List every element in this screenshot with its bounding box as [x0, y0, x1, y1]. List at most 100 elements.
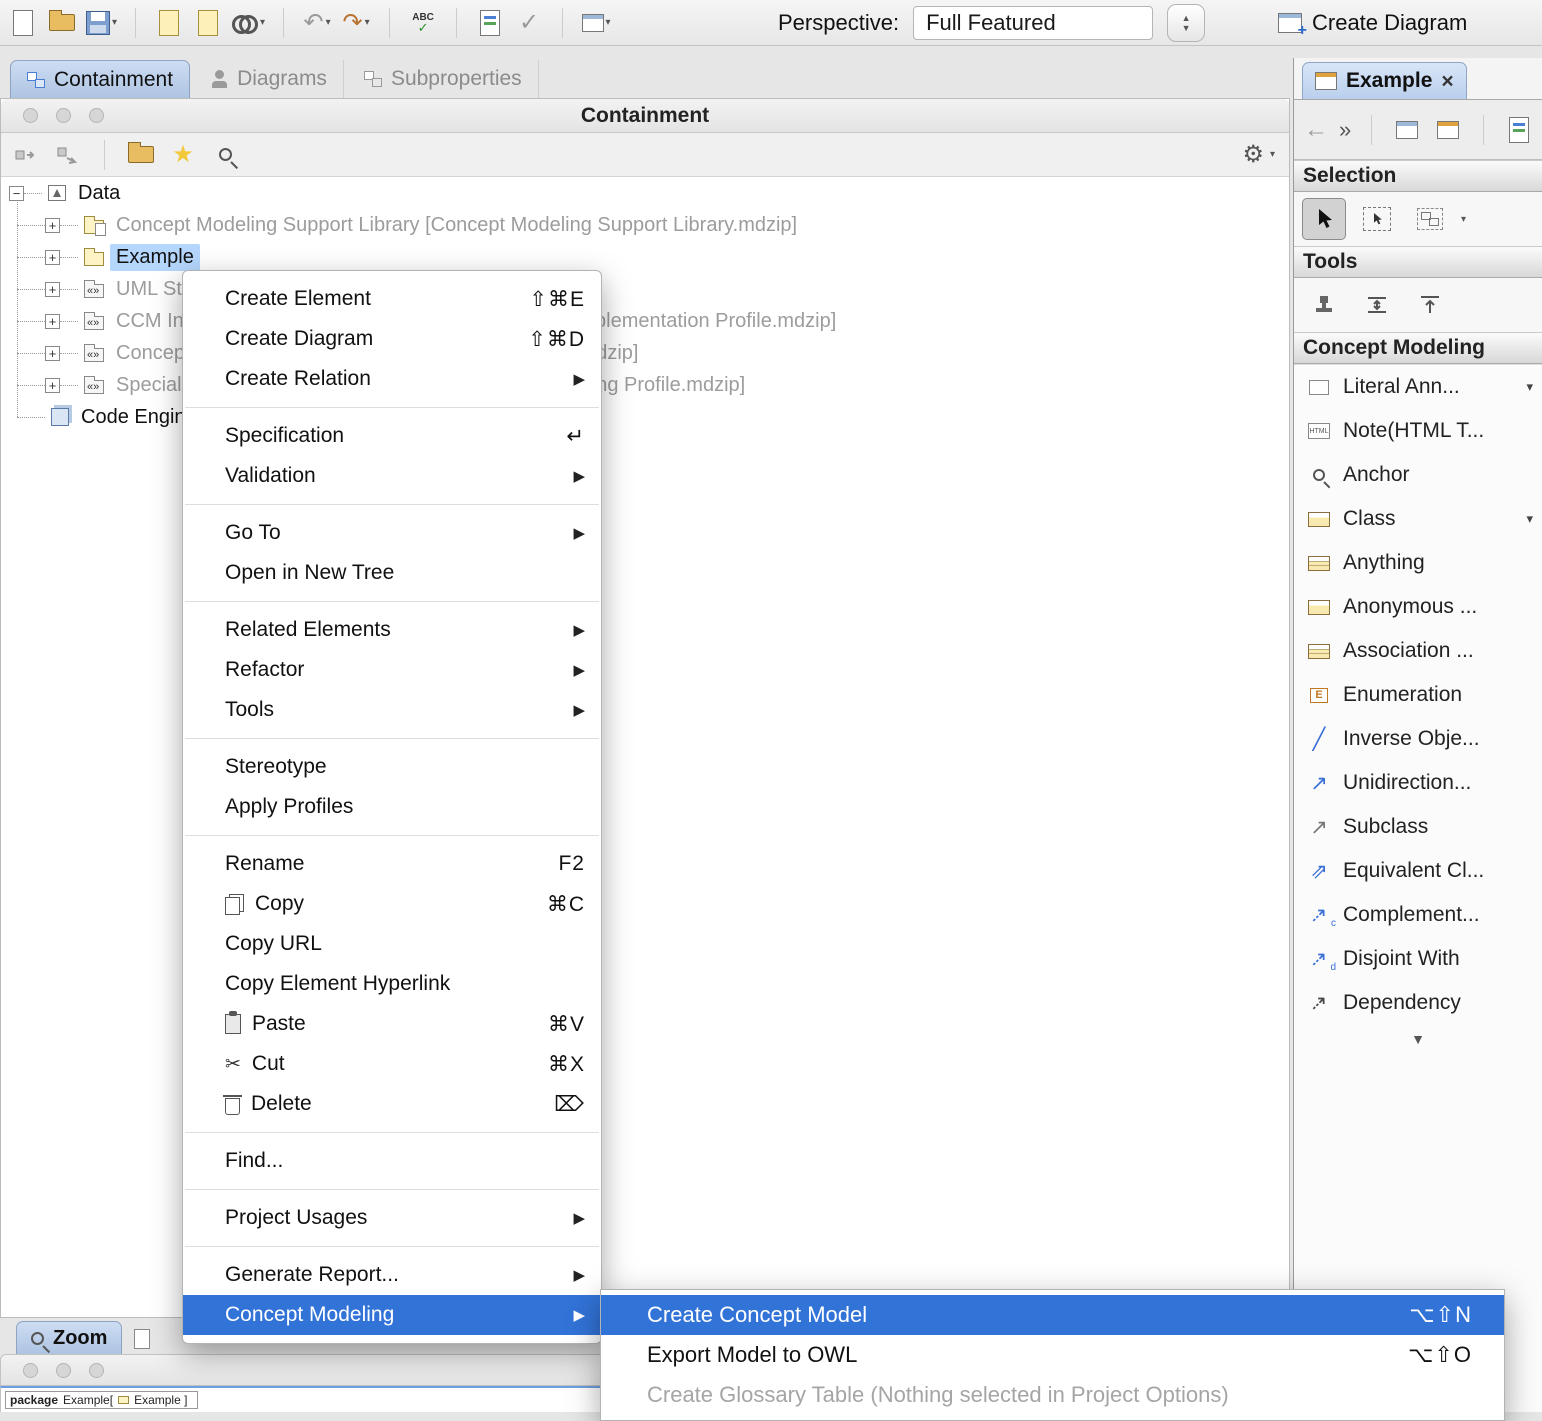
palette-item-anything[interactable]: Anything	[1294, 541, 1542, 585]
create-element-tree-button[interactable]	[11, 138, 41, 172]
submenu-item-export-model-to-owl[interactable]: Export Model to OWL ⌥⇧O	[601, 1335, 1504, 1375]
tree-label-selected[interactable]: Example	[110, 244, 200, 271]
palette-item-unidirectional-association[interactable]: ↗ Unidirection...	[1294, 761, 1542, 805]
tree-label[interactable]: Concept Modeling Support Library [Concep…	[110, 212, 803, 239]
gear-icon[interactable]: ⚙	[1242, 143, 1264, 167]
menu-item-tools[interactable]: Tools▶	[183, 690, 601, 730]
menu-item-project-usages[interactable]: Project Usages▶	[183, 1198, 601, 1238]
menu-item-copy[interactable]: Copy⌘C	[183, 884, 601, 924]
menu-item-refactor[interactable]: Refactor▶	[183, 650, 601, 690]
marquee-select-button[interactable]	[1355, 198, 1399, 240]
tree-row-example[interactable]: + Example	[1, 241, 1289, 273]
back-arrow-icon[interactable]: ←	[1304, 118, 1328, 142]
print-button[interactable]	[154, 6, 184, 40]
toolbar-separator	[104, 140, 105, 170]
menu-item-stereotype[interactable]: Stereotype	[183, 747, 601, 787]
expand-expander-icon[interactable]: +	[45, 314, 60, 329]
favorites-button[interactable]: ★	[168, 138, 198, 172]
menu-item-validation[interactable]: Validation▶	[183, 456, 601, 496]
palette-item-literal-annotation[interactable]: Literal Ann... ▾	[1294, 365, 1542, 409]
menu-item-create-relation[interactable]: Create Relation▶	[183, 359, 601, 399]
open-in-tree-button[interactable]	[126, 138, 156, 172]
menu-item-create-diagram[interactable]: Create Diagram⇧⌘D	[183, 319, 601, 359]
palette-item-dependency[interactable]: ⇢ Dependency	[1294, 981, 1542, 1025]
zoom-icon	[31, 1332, 44, 1345]
menu-item-generate-report[interactable]: Generate Report...▶	[183, 1255, 601, 1295]
menu-item-related-elements[interactable]: Related Elements▶	[183, 610, 601, 650]
undo-button[interactable]: ↶▾	[302, 6, 332, 40]
print-preview-button[interactable]	[193, 6, 223, 40]
save-project-button[interactable]: ▾	[86, 6, 117, 40]
validation-button[interactable]	[475, 6, 505, 40]
tree-label[interactable]: Data	[72, 180, 126, 207]
palette-item-subclass[interactable]: ↗ Subclass	[1294, 805, 1542, 849]
expand-expander-icon[interactable]: +	[45, 282, 60, 297]
tab-subproperties[interactable]: Subproperties	[348, 60, 539, 98]
tab-example-diagram[interactable]: Example ×	[1302, 62, 1467, 99]
multi-select-button[interactable]	[1408, 198, 1452, 240]
palette-item-class[interactable]: Class ▾	[1294, 497, 1542, 541]
distribute-tool-button[interactable]	[1355, 284, 1399, 326]
menu-item-paste[interactable]: Paste⌘V	[183, 1004, 601, 1044]
chevron-down-icon[interactable]: ▾	[1461, 214, 1466, 225]
submenu-item-create-concept-model[interactable]: Create Concept Model ⌥⇧N	[601, 1295, 1504, 1335]
expand-expander-icon[interactable]: +	[45, 250, 60, 265]
more-chevrons-icon[interactable]: »	[1339, 119, 1351, 141]
perspective-select[interactable]: Full Featured	[913, 6, 1153, 40]
tree-row-support-library[interactable]: + Concept Modeling Support Library [Conc…	[1, 209, 1289, 241]
stamp-tool-button[interactable]	[1302, 284, 1346, 326]
copy-diagram-button[interactable]: ▾	[581, 6, 611, 40]
menu-item-copy-url[interactable]: Copy URL	[183, 924, 601, 964]
select-tool-button[interactable]	[1302, 198, 1346, 240]
redo-icon: ↷	[342, 11, 362, 35]
collapse-expander-icon[interactable]: −	[9, 186, 24, 201]
menu-item-apply-profiles[interactable]: Apply Profiles	[183, 787, 601, 827]
menu-item-find[interactable]: Find...	[183, 1141, 601, 1181]
menu-item-cut[interactable]: ✂Cut⌘X	[183, 1044, 601, 1084]
palette-item-complement[interactable]: ⇢c Complement...	[1294, 893, 1542, 937]
tab-zoom[interactable]: Zoom	[16, 1321, 122, 1354]
chevron-down-icon[interactable]: ▾	[1526, 511, 1533, 527]
show-containment-button[interactable]	[1392, 113, 1422, 147]
create-relation-tree-button[interactable]	[53, 138, 83, 172]
expand-expander-icon[interactable]: +	[45, 346, 60, 361]
menu-item-copy-element-hyperlink[interactable]: Copy Element Hyperlink	[183, 964, 601, 1004]
documentation-tab-icon[interactable]	[134, 1329, 150, 1349]
menu-item-concept-modeling[interactable]: Concept Modeling▶	[183, 1295, 601, 1335]
menu-item-create-element[interactable]: Create Element⇧⌘E	[183, 279, 601, 319]
diagram-options-button[interactable]	[1504, 113, 1534, 147]
chevron-down-icon[interactable]: ▾	[1526, 379, 1533, 395]
tab-containment[interactable]: Containment	[10, 60, 190, 98]
palette-item-inverse-object-property[interactable]: ╱ Inverse Obje...	[1294, 717, 1542, 761]
palette-item-disjoint-with[interactable]: ⇢d Disjoint With	[1294, 937, 1542, 981]
palette-item-anchor[interactable]: Anchor	[1294, 453, 1542, 497]
tab-diagrams[interactable]: Diagrams	[194, 60, 344, 98]
menu-item-go-to[interactable]: Go To▶	[183, 513, 601, 553]
palette-more-button[interactable]: ▼	[1294, 1025, 1542, 1053]
expand-expander-icon[interactable]: +	[45, 218, 60, 233]
menu-item-rename[interactable]: RenameF2	[183, 844, 601, 884]
spelling-button[interactable]: ABC ✓	[408, 6, 438, 40]
find-button[interactable]: ▾	[232, 6, 265, 40]
commit-check-button[interactable]: ✓	[514, 6, 544, 40]
palette-item-equivalent-class[interactable]: ⇗ Equivalent Cl...	[1294, 849, 1542, 893]
tree-row-data[interactable]: − Data	[1, 177, 1289, 209]
redo-button[interactable]: ↷▾	[341, 6, 371, 40]
close-icon[interactable]: ×	[1441, 71, 1453, 92]
palette-item-enumeration[interactable]: E Enumeration	[1294, 673, 1542, 717]
create-diagram-button[interactable]: Create Diagram	[1312, 10, 1467, 36]
expand-expander-icon[interactable]: +	[45, 378, 60, 393]
align-top-tool-button[interactable]	[1408, 284, 1452, 326]
open-project-button[interactable]	[47, 6, 77, 40]
diagram-properties-button[interactable]	[1433, 113, 1463, 147]
chevron-down-icon[interactable]: ▾	[1270, 149, 1275, 160]
palette-item-note-html[interactable]: HTML Note(HTML T...	[1294, 409, 1542, 453]
new-project-button[interactable]	[8, 6, 38, 40]
perspective-stepper[interactable]: ▲ ▼	[1167, 4, 1205, 42]
palette-item-anonymous-class[interactable]: Anonymous ...	[1294, 585, 1542, 629]
menu-item-open-in-new-tree[interactable]: Open in New Tree	[183, 553, 601, 593]
palette-item-association-class[interactable]: Association ...	[1294, 629, 1542, 673]
menu-item-delete[interactable]: Delete⌦	[183, 1084, 601, 1124]
quick-search-button[interactable]	[210, 138, 240, 172]
menu-item-specification[interactable]: Specification↵	[183, 416, 601, 456]
